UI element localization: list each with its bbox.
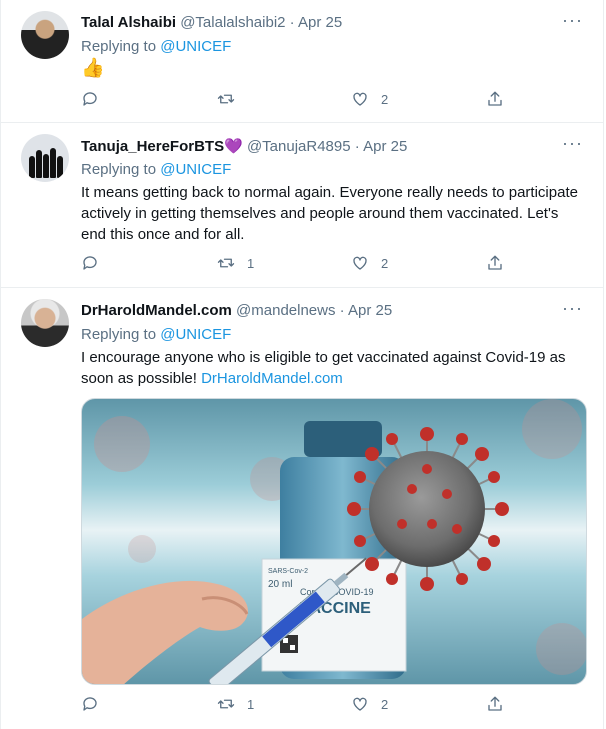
- replying-prefix: Replying to: [81, 38, 157, 55]
- retweet-icon: [217, 258, 235, 268]
- like-button[interactable]: 2: [351, 695, 388, 713]
- avatar[interactable]: [21, 134, 69, 182]
- user-handle[interactable]: @TanujaR4895: [247, 138, 351, 155]
- mention-link[interactable]: @UNICEF: [160, 161, 231, 178]
- share-button[interactable]: [486, 90, 504, 108]
- user-handle[interactable]: @Talalalshaibi2: [180, 14, 285, 31]
- vial-label-top: SARS-Cov-2: [268, 568, 308, 575]
- tweet-text: It means getting back to normal again. E…: [81, 184, 578, 243]
- like-count: 2: [381, 255, 389, 271]
- replying-prefix: Replying to: [81, 161, 157, 178]
- timeline-feed: Talal Alshaibi @Talalalshaibi2 · Apr 25 …: [0, 0, 604, 729]
- like-icon: [353, 92, 367, 106]
- reply-button[interactable]: [81, 695, 111, 713]
- user-name[interactable]: Tanuja_HereForBTS: [81, 138, 224, 155]
- avatar[interactable]: [21, 299, 69, 347]
- tweet-date[interactable]: · Apr 25: [355, 138, 408, 155]
- share-icon: [488, 696, 502, 711]
- purple-heart-emoji: 💜: [224, 138, 243, 155]
- tweet-header: Talal Alshaibi @Talalalshaibi2 · Apr 25: [81, 14, 342, 31]
- tweet-text: 👍: [81, 58, 105, 79]
- share-icon: [488, 91, 502, 106]
- reply-button[interactable]: [81, 90, 111, 108]
- user-name[interactable]: DrHaroldMandel.com: [81, 302, 232, 319]
- retweet-button[interactable]: 1: [217, 695, 254, 713]
- like-count: 2: [381, 696, 389, 712]
- vaccine-illustration: SARS-Cov-2 20 ml Corona COVID-19 VACCINE: [82, 399, 586, 684]
- retweet-icon: [217, 699, 235, 709]
- reply-button[interactable]: [81, 254, 111, 272]
- tweet-date[interactable]: · Apr 25: [340, 302, 393, 319]
- user-handle[interactable]: @mandelnews: [236, 302, 335, 319]
- tweet-actions: 1 2: [81, 254, 511, 276]
- tweet-date[interactable]: · Apr 25: [290, 14, 343, 31]
- tweet-actions: 2: [81, 90, 511, 112]
- replying-to: Replying to @UNICEF: [81, 161, 231, 178]
- retweet-count: 1: [247, 255, 255, 271]
- retweet-button[interactable]: [217, 90, 247, 108]
- tweet-header: Tanuja_HereForBTS💜 @TanujaR4895 · Apr 25: [81, 137, 407, 155]
- tweet[interactable]: Talal Alshaibi @Talalalshaibi2 · Apr 25 …: [1, 0, 603, 123]
- tweet[interactable]: Tanuja_HereForBTS💜 @TanujaR4895 · Apr 25…: [1, 123, 603, 288]
- retweet-icon: [217, 94, 235, 104]
- tweet-actions: 1 2: [81, 695, 511, 717]
- share-icon: [488, 255, 502, 270]
- tweet-image[interactable]: SARS-Cov-2 20 ml Corona COVID-19 VACCINE: [81, 398, 587, 685]
- like-count: 2: [381, 91, 389, 107]
- vial-volume: 20 ml: [268, 579, 292, 590]
- avatar[interactable]: [21, 11, 69, 59]
- user-name[interactable]: Talal Alshaibi: [81, 14, 176, 31]
- like-button[interactable]: 2: [351, 254, 388, 272]
- reply-icon: [83, 92, 97, 106]
- tweet-text: I encourage anyone who is eligible to ge…: [81, 347, 587, 389]
- more-icon[interactable]: ···: [562, 10, 583, 31]
- like-icon: [353, 697, 367, 711]
- share-button[interactable]: [486, 695, 504, 713]
- more-icon[interactable]: ···: [562, 298, 583, 319]
- replying-prefix: Replying to: [81, 326, 157, 343]
- share-button[interactable]: [486, 254, 504, 272]
- like-icon: [353, 256, 367, 270]
- replying-to: Replying to @UNICEF: [81, 38, 231, 55]
- reply-icon: [83, 697, 97, 711]
- external-link[interactable]: DrHaroldMandel.com: [201, 370, 343, 387]
- mention-link[interactable]: @UNICEF: [160, 38, 231, 55]
- tweet[interactable]: DrHaroldMandel.com @mandelnews · Apr 25 …: [1, 288, 603, 729]
- retweet-count: 1: [247, 696, 255, 712]
- mention-link[interactable]: @UNICEF: [160, 326, 231, 343]
- tweet-header: DrHaroldMandel.com @mandelnews · Apr 25: [81, 302, 392, 319]
- replying-to: Replying to @UNICEF: [81, 326, 231, 343]
- virus-graphic: [347, 427, 509, 591]
- more-icon[interactable]: ···: [562, 133, 583, 154]
- like-button[interactable]: 2: [351, 90, 388, 108]
- reply-icon: [83, 256, 97, 270]
- retweet-button[interactable]: 1: [217, 254, 254, 272]
